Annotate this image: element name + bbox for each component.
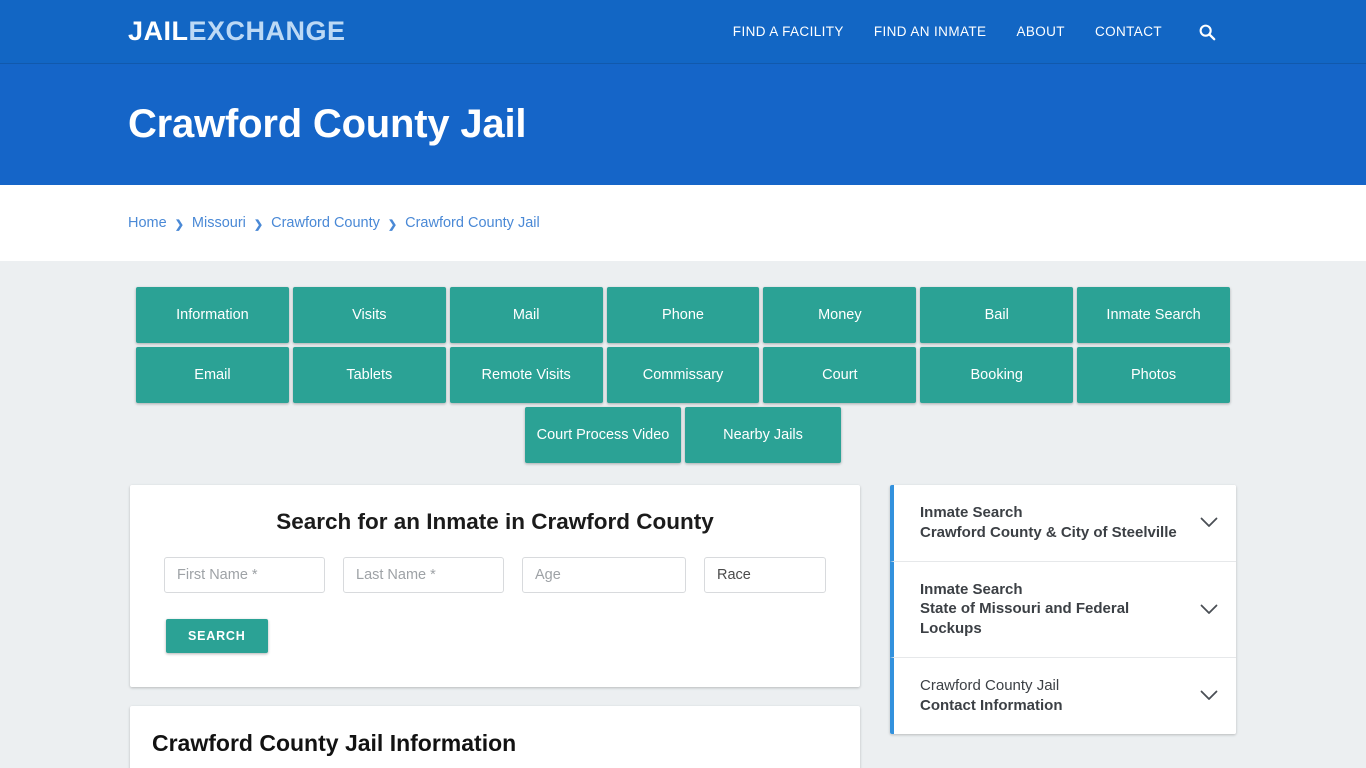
tile-nearby-jails[interactable]: Nearby Jails (685, 407, 841, 463)
tile-photos[interactable]: Photos (1077, 347, 1231, 403)
accordion-label: Inmate Search Crawford County & City of … (920, 503, 1188, 543)
header-search-button[interactable] (1198, 23, 1216, 41)
accordion-item-inmate-search-county[interactable]: Inmate Search Crawford County & City of … (890, 485, 1236, 562)
breadcrumb-item-missouri[interactable]: Missouri (192, 215, 246, 231)
hero-banner: Crawford County Jail (0, 64, 1366, 185)
tile-booking[interactable]: Booking (920, 347, 1074, 403)
tile-court-process-video[interactable]: Court Process Video (525, 407, 681, 463)
chevron-right-icon: ❯ (174, 218, 184, 231)
site-header: JAILEXCHANGE FIND A FACILITY FIND AN INM… (0, 0, 1366, 64)
race-select[interactable]: Race (704, 557, 826, 593)
chevron-down-icon (1198, 604, 1220, 615)
accordion-title: Crawford County Jail (920, 676, 1060, 694)
section-nav-tiles: Information Visits Mail Phone Money Bail… (128, 287, 1238, 463)
tile-visits[interactable]: Visits (292, 287, 446, 343)
nav-item-find-a-facility[interactable]: FIND A FACILITY (733, 24, 844, 39)
breadcrumb: Home ❯ Missouri ❯ Crawford County ❯ Craw… (128, 215, 540, 231)
sidebar-accordion: Inmate Search Crawford County & City of … (890, 485, 1236, 734)
tile-commissary[interactable]: Commissary (606, 347, 760, 403)
tile-remote-visits[interactable]: Remote Visits (449, 347, 603, 403)
tile-row-1: Information Visits Mail Phone Money Bail… (136, 287, 1231, 343)
accordion-title: Inmate Search (920, 580, 1023, 598)
main-navigation: FIND A FACILITY FIND AN INMATE ABOUT CON… (733, 23, 1216, 41)
chevron-right-icon: ❯ (387, 218, 398, 231)
tile-row-2: Email Tablets Remote Visits Commissary C… (136, 347, 1231, 403)
accordion-label: Inmate Search State of Missouri and Fede… (920, 580, 1188, 639)
tile-tablets[interactable]: Tablets (292, 347, 446, 403)
tile-email[interactable]: Email (136, 347, 289, 403)
chevron-down-icon (1198, 517, 1220, 528)
accordion-item-contact-information[interactable]: Crawford County Jail Contact Information (890, 657, 1236, 734)
site-logo[interactable]: JAILEXCHANGE (128, 16, 346, 47)
sidebar-column: Inmate Search Crawford County & City of … (890, 485, 1236, 734)
tile-court[interactable]: Court (763, 347, 917, 403)
nav-item-contact[interactable]: CONTACT (1095, 24, 1162, 39)
tile-information[interactable]: Information (136, 287, 289, 343)
search-submit-button[interactable]: SEARCH (166, 619, 268, 653)
last-name-input[interactable] (343, 557, 504, 593)
first-name-input[interactable] (164, 557, 325, 593)
accordion-subtitle: Crawford County & City of Steelville (920, 523, 1177, 541)
page-title: Crawford County Jail (128, 102, 527, 146)
tile-mail[interactable]: Mail (449, 287, 603, 343)
nav-item-find-an-inmate[interactable]: FIND AN INMATE (874, 24, 987, 39)
accordion-label: Crawford County Jail Contact Information (920, 676, 1188, 716)
jail-information-heading: Crawford County Jail Information (152, 730, 517, 756)
inmate-search-card: Search for an Inmate in Crawford County … (130, 485, 860, 687)
breadcrumb-item-home[interactable]: Home (128, 215, 167, 231)
chevron-right-icon: ❯ (253, 218, 264, 231)
page-body: Information Visits Mail Phone Money Bail… (0, 261, 1366, 768)
accordion-subtitle: Contact Information (920, 696, 1063, 714)
main-content-column: Search for an Inmate in Crawford County … (130, 485, 860, 768)
breadcrumb-item-crawford-county-jail[interactable]: Crawford County Jail (405, 215, 540, 231)
content-columns: Search for an Inmate in Crawford County … (128, 485, 1238, 768)
breadcrumb-bar: Home ❯ Missouri ❯ Crawford County ❯ Craw… (0, 185, 1366, 261)
accordion-item-inmate-search-state[interactable]: Inmate Search State of Missouri and Fede… (890, 561, 1236, 658)
inmate-search-heading: Search for an Inmate in Crawford County (276, 509, 714, 534)
tile-inmate-search[interactable]: Inmate Search (1077, 287, 1231, 343)
logo-text-jail: JAIL (128, 16, 189, 46)
logo-text-exchange: EXCHANGE (188, 16, 346, 46)
tile-row-3: Court Process Video Nearby Jails (136, 407, 1230, 463)
accordion-title: Inmate Search (920, 504, 1023, 521)
chevron-down-icon (1198, 690, 1220, 701)
tile-phone[interactable]: Phone (606, 287, 760, 343)
inmate-search-fields: Race (148, 557, 842, 593)
jail-information-card: Crawford County Jail Information (130, 706, 860, 768)
tile-money[interactable]: Money (763, 287, 917, 343)
accordion-subtitle: State of Missouri and Federal Lockups (920, 600, 1130, 638)
age-input[interactable] (522, 557, 686, 593)
tile-bail[interactable]: Bail (920, 287, 1074, 343)
breadcrumb-item-crawford-county[interactable]: Crawford County (271, 215, 380, 231)
search-icon (1199, 24, 1216, 40)
nav-item-about[interactable]: ABOUT (1016, 24, 1065, 39)
